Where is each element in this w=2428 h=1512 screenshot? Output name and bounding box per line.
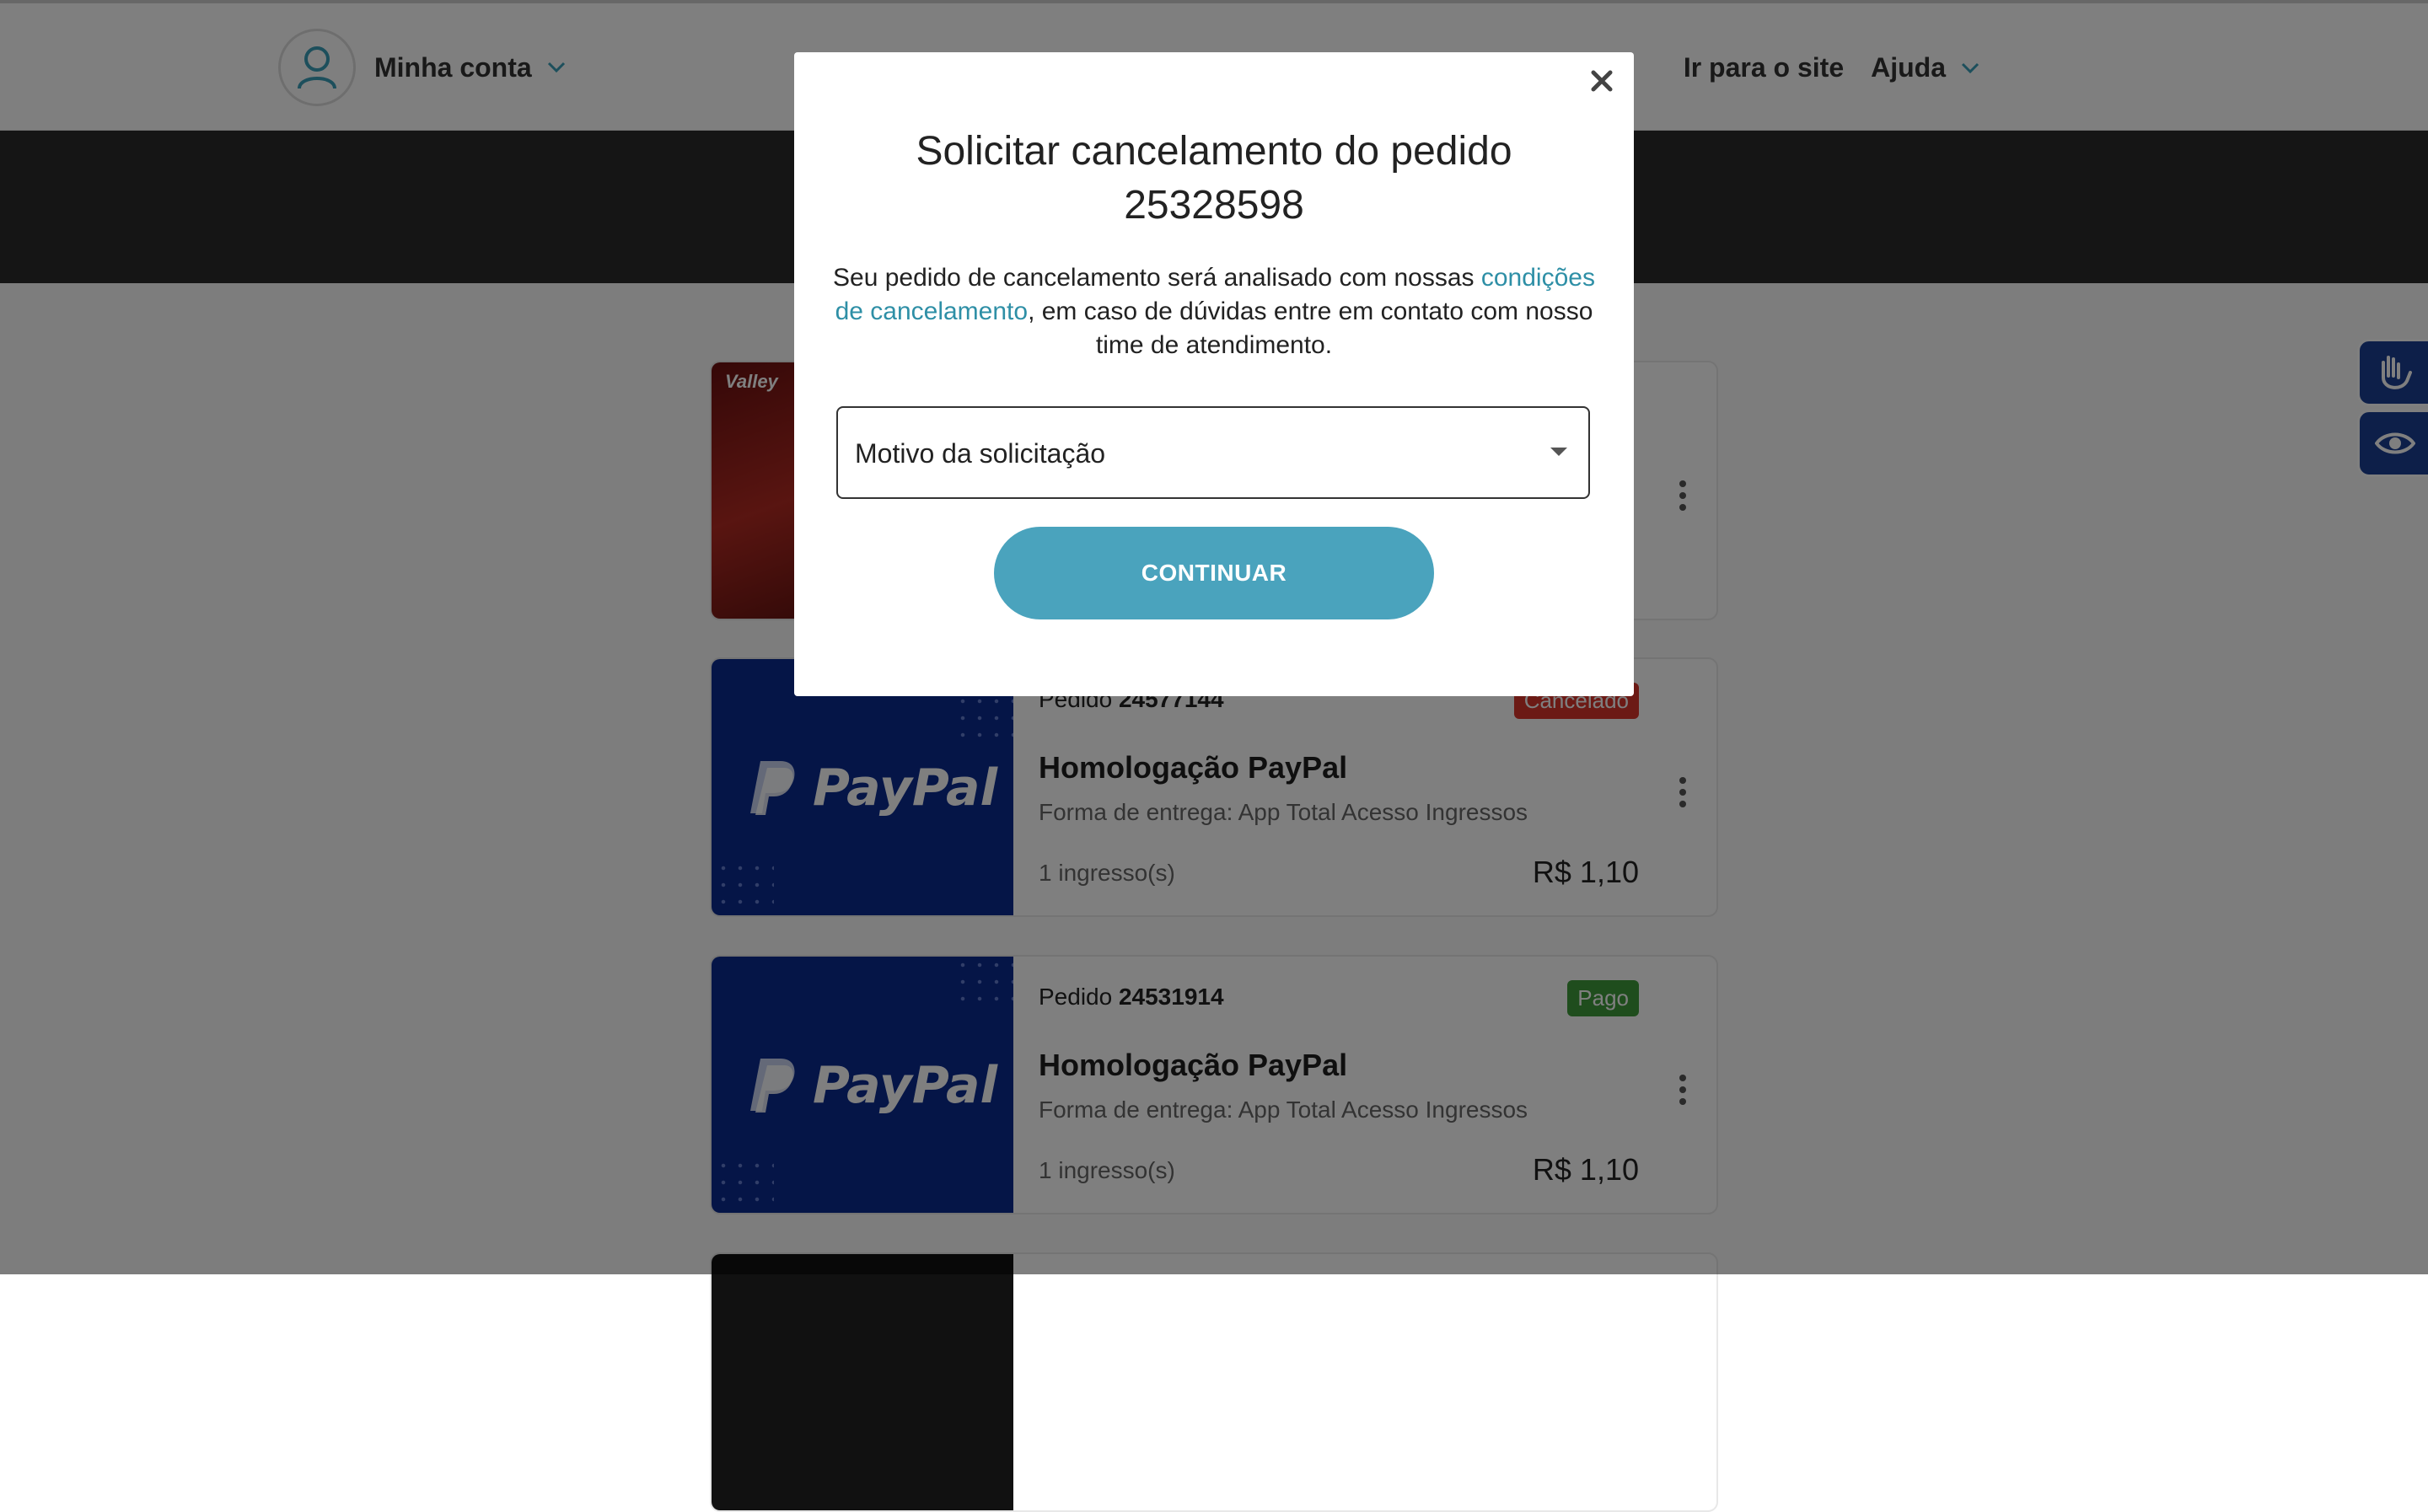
caret-down-icon	[1550, 448, 1567, 456]
modal-title: Solicitar cancelamento do pedido 2532859…	[916, 129, 1512, 228]
close-button[interactable]	[1585, 64, 1619, 98]
description-text: , em caso de dúvidas entre em contato co…	[1028, 298, 1593, 359]
reason-select[interactable]: Motivo da solicitação	[836, 406, 1590, 499]
cancel-order-modal: Solicitar cancelamento do pedido 2532859…	[794, 52, 1634, 696]
modal-description: Seu pedido de cancelamento será analisad…	[828, 261, 1600, 362]
close-icon[interactable]	[1591, 70, 1613, 92]
continue-button[interactable]: CONTINUAR	[994, 527, 1434, 619]
order-card[interactable]	[710, 1252, 1718, 1512]
reason-select-label: Motivo da solicitação	[855, 438, 1106, 469]
event-thumbnail	[712, 1254, 1013, 1510]
description-text: Seu pedido de cancelamento será analisad…	[833, 264, 1481, 292]
